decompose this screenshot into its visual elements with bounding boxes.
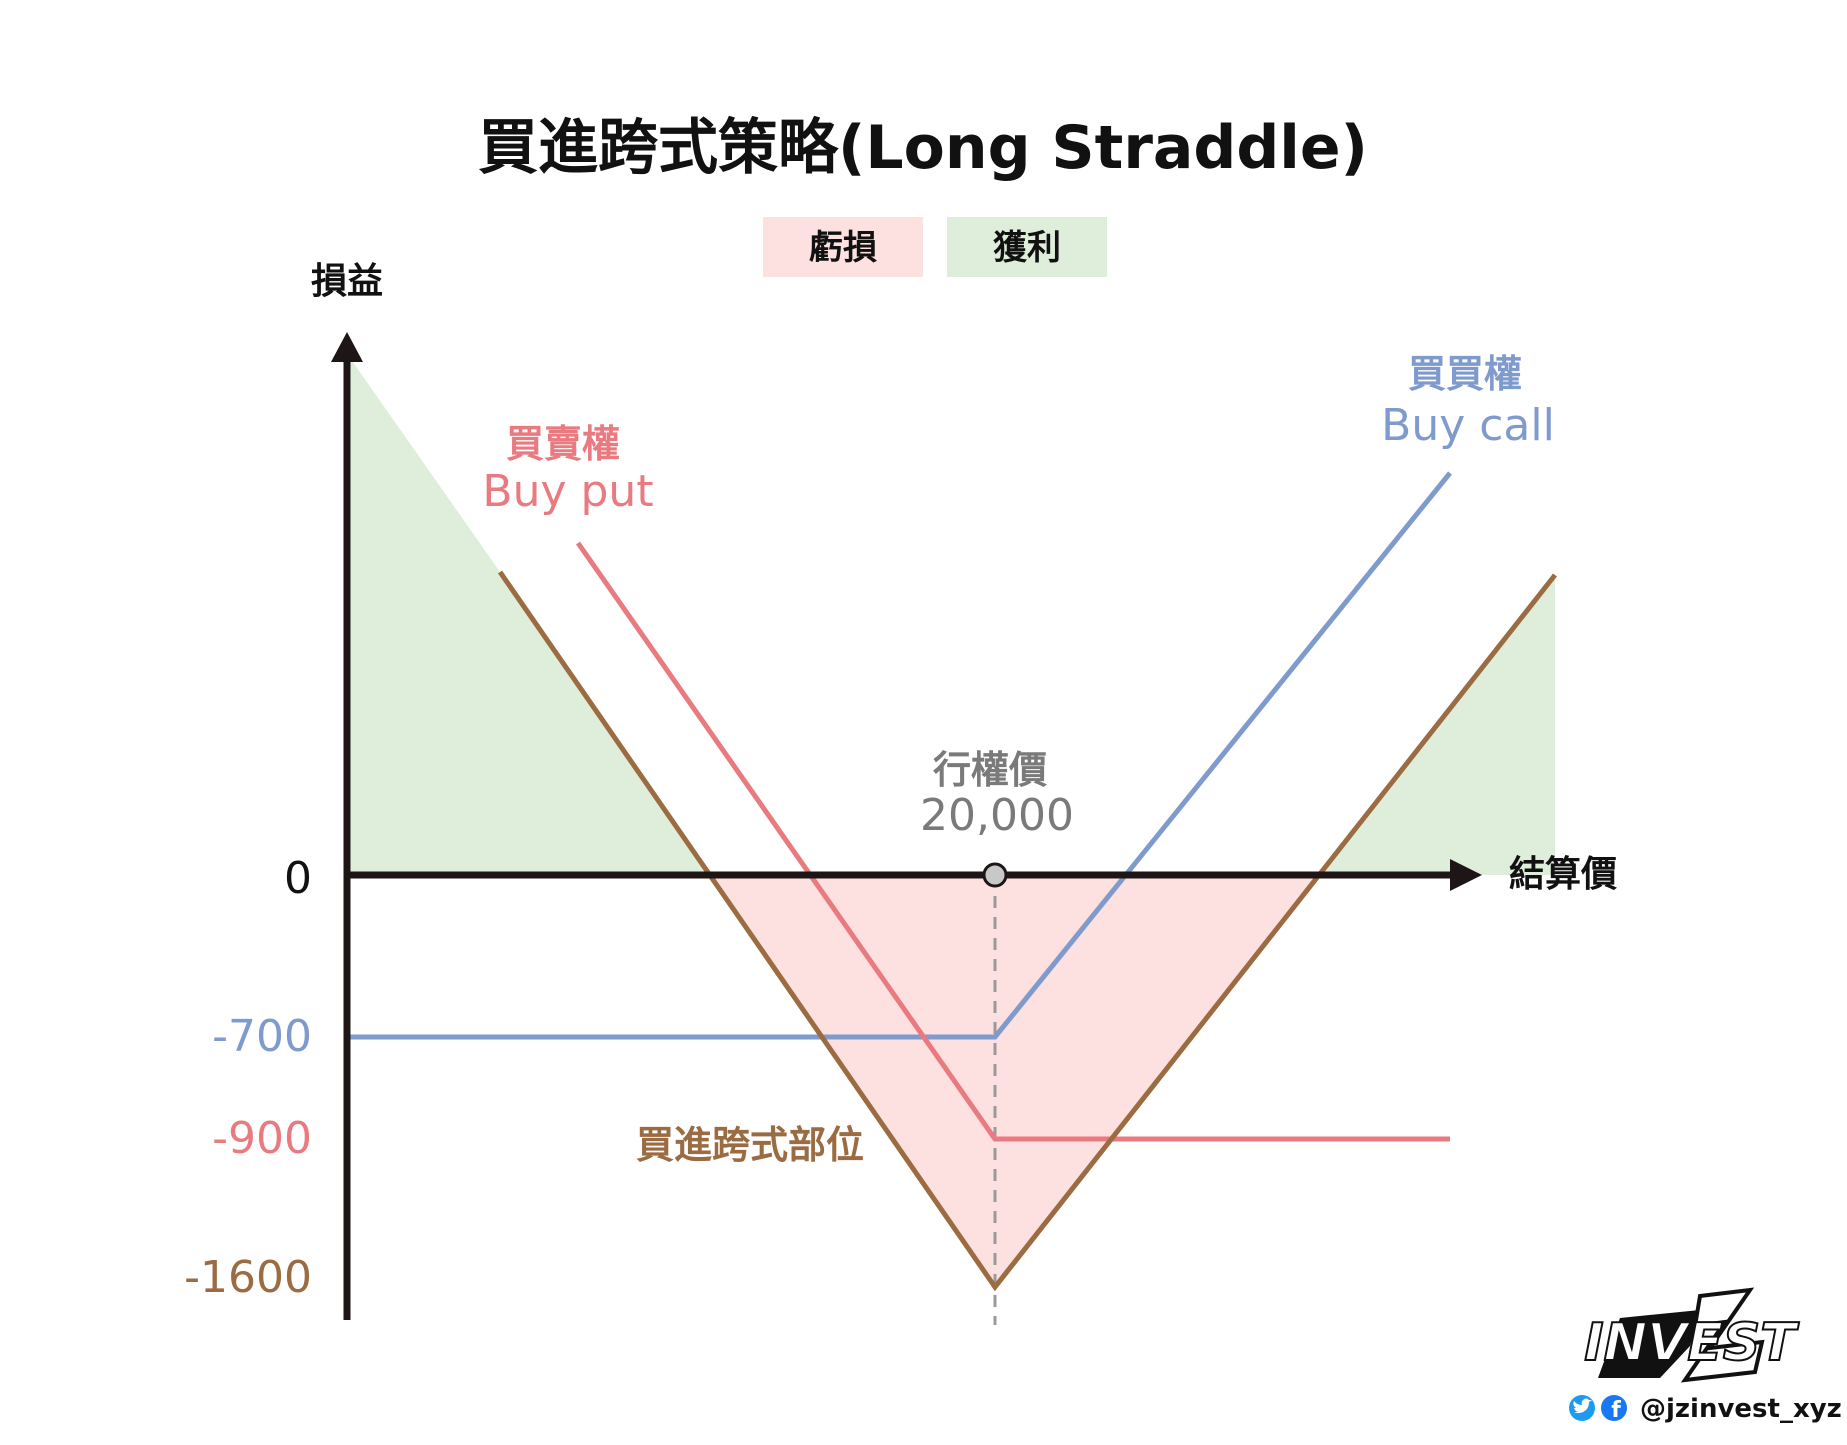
strike-label: 行權價 [933,748,1047,792]
logo-wordmark: INVEST [1584,1313,1799,1373]
legend: 虧損 獲利 [763,217,1107,277]
x-axis-label: 結算價 [1509,854,1617,895]
legend-profit-label: 獲利 [993,228,1061,268]
buy-call-label-en: Buy call [1381,400,1555,451]
brand-logo: INVEST [1583,1287,1800,1383]
twitter-icon [1569,1395,1595,1421]
buy-put-label-zh: 買賣權 [506,422,620,466]
facebook-icon: f [1601,1395,1627,1423]
level-label-900: -900 [212,1113,312,1164]
loss-region [710,875,1317,1287]
social-handle: @jzinvest_xyz [1640,1394,1842,1424]
legend-loss-label: 虧損 [809,228,877,268]
strike-value-label: 20,000 [920,790,1074,841]
zero-tick-label: 0 [284,853,312,904]
strike-point-marker [982,862,1008,888]
buy-put-label-en: Buy put [482,466,653,517]
buy-call-label-zh: 買買權 [1408,352,1522,396]
svg-text:f: f [1611,1398,1621,1423]
level-label-1600: -1600 [184,1252,312,1303]
y-axis-arrow-icon [331,332,363,362]
straddle-position-label: 買進跨式部位 [636,1123,864,1167]
straddle-diagram: 買進跨式策略(Long Straddle) 虧損 獲利 損益 結算價 0 -70… [184,113,1842,1424]
y-axis-label: 損益 [311,261,383,302]
page-title: 買進跨式策略(Long Straddle) [478,113,1368,183]
level-label-700: -700 [212,1011,312,1062]
